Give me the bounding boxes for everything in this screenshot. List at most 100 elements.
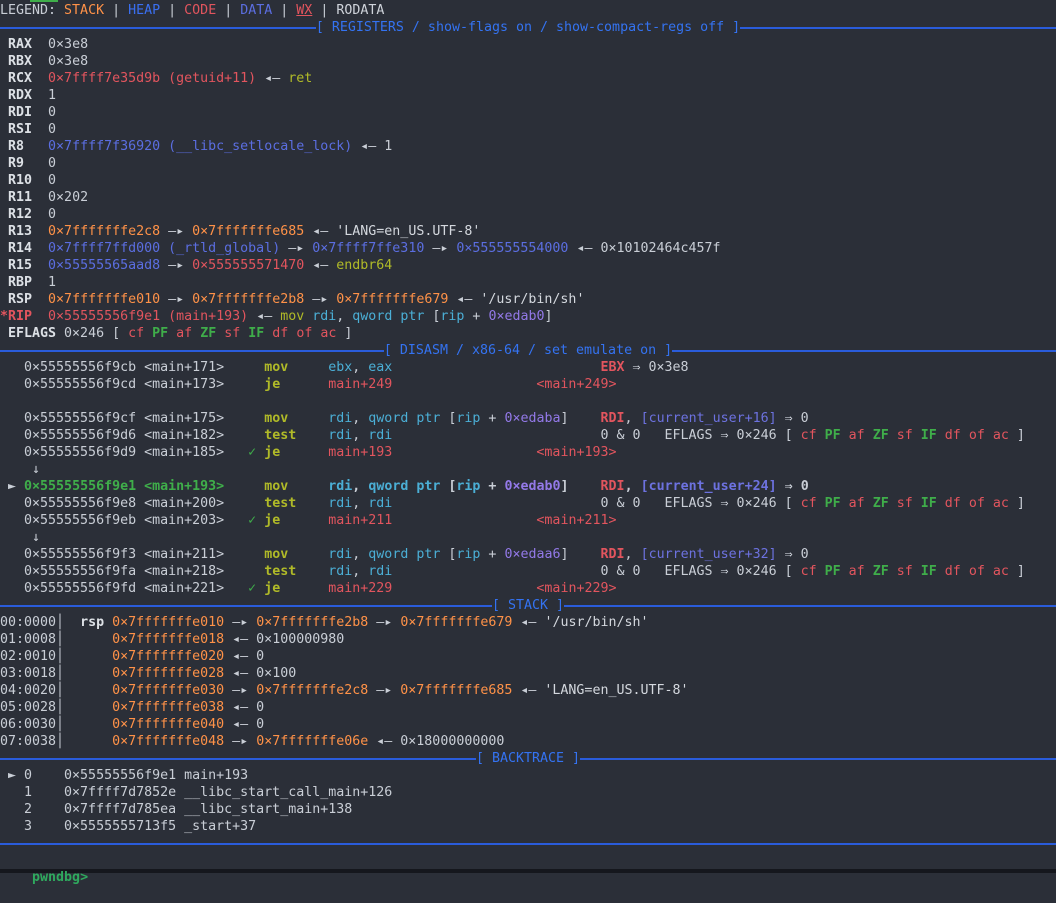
register-row: RBX 0×3e8 — [0, 53, 1056, 70]
cut-off-text-artifact — [30, 0, 58, 2]
text-segment: RBX — [0, 54, 48, 69]
text-segment: RCX — [0, 71, 48, 86]
text-segment: 0×202 — [48, 190, 88, 205]
text-segment: RDI — [601, 479, 625, 494]
command-prompt[interactable]: pwndbg> — [32, 870, 88, 885]
backtrace-section-header: [ BACKTRACE ] — [0, 750, 1056, 767]
text-segment: of — [969, 428, 993, 443]
text-segment: + — [480, 479, 504, 494]
text-segment: ◂— 0×100000980 — [224, 632, 344, 647]
text-segment: ◂— — [304, 258, 336, 273]
text-segment: 06:0030│ — [0, 717, 112, 732]
divider-line — [0, 605, 492, 607]
text-segment: df — [945, 564, 969, 579]
text-segment — [392, 360, 600, 375]
text-segment: 00:0000│ — [0, 615, 80, 630]
text-segment: df — [272, 326, 296, 341]
text-segment: R12 — [0, 207, 48, 222]
text-segment: 0×55555556f9e1 (main+193) — [48, 309, 248, 324]
text-segment: 0×55555556f9e1 <main+193> — [24, 479, 224, 494]
text-segment: RDI — [0, 105, 48, 120]
text-segment: | — [160, 3, 184, 18]
text-segment: ⇒ 0 — [777, 547, 809, 562]
disasm-row: 0×55555556f9eb <main+203> ✓ je main+211 … — [0, 512, 1056, 529]
disasm-row: 0×55555556f9cf <main+175> mov rdi, qword… — [0, 410, 1056, 427]
text-segment — [288, 479, 328, 494]
text-segment: ZF — [200, 326, 224, 341]
text-segment: ⇒ 0 — [777, 479, 809, 494]
text-segment: 0 & 0 EFLAGS ⇒ 0×246 [ — [392, 564, 800, 579]
text-segment: ebx — [328, 360, 352, 375]
text-segment: of — [969, 496, 993, 511]
text-segment: 0×edab0 — [488, 309, 544, 324]
text-segment: sf — [224, 326, 248, 341]
text-segment: , — [625, 479, 641, 494]
text-segment — [280, 581, 328, 596]
text-segment: af — [849, 428, 873, 443]
text-segment: main+249 — [328, 377, 392, 392]
text-segment: '/usr/bin/sh' — [480, 292, 584, 307]
text-segment: R10 — [0, 173, 48, 188]
text-segment: IF — [921, 428, 945, 443]
text-segment: df — [945, 428, 969, 443]
text-segment: 0 — [48, 207, 56, 222]
text-segment — [392, 445, 536, 460]
text-segment: 0×7fffffffe685 — [192, 224, 304, 239]
text-segment: ◂— — [512, 615, 544, 630]
text-segment: ► — [0, 479, 24, 494]
register-row: RSI 0 — [0, 121, 1056, 138]
text-segment: ◂— — [248, 309, 280, 324]
disasm-row: 0×55555556f9cb <main+171> mov ebx, eax E… — [0, 359, 1056, 376]
text-segment: RDI — [601, 411, 625, 426]
text-segment: main+211 — [328, 513, 392, 528]
text-segment: PF — [152, 326, 176, 341]
text-segment: PF — [825, 428, 849, 443]
text-segment: 3 0×5555555713f5 _start+37 — [0, 819, 256, 834]
text-segment: ◂— 1 — [352, 139, 392, 154]
text-segment: IF — [248, 326, 272, 341]
text-segment: | — [104, 3, 128, 18]
text-segment: WX — [296, 3, 312, 18]
text-segment: mov — [264, 547, 288, 562]
text-segment: CODE — [184, 3, 216, 18]
register-row: R14 0×7ffff7ffd000 (_rtld_global) —▸ 0×7… — [0, 240, 1056, 257]
text-segment: 1 — [48, 88, 56, 103]
register-row: RDX 1 — [0, 87, 1056, 104]
text-segment: 0×55555556f9cd <main+173> — [0, 377, 264, 392]
text-segment: ⇒ 0 — [777, 411, 809, 426]
text-segment: DATA — [240, 3, 272, 18]
text-segment: 2 0×7ffff7d785ea __libc_start_main+138 — [0, 802, 352, 817]
text-segment: sf — [897, 428, 921, 443]
text-segment: rip — [456, 547, 480, 562]
text-segment: 0×555555554000 — [456, 241, 568, 256]
text-segment: ] — [1009, 428, 1025, 443]
text-segment: 0×7ffff7ffe310 — [312, 241, 424, 256]
text-segment: EFLAGS — [0, 326, 64, 341]
text-segment: ◂— — [256, 71, 288, 86]
text-segment: 0×55555556f9e8 <main+200> — [0, 496, 264, 511]
text-segment: 0×7fffffffe028 — [112, 666, 224, 681]
stack-row: 03:0018│ 0×7fffffffe028 ◂— 0×100 — [0, 665, 1056, 682]
text-segment: HEAP — [128, 3, 160, 18]
text-segment: 0×55555556f9cb <main+171> — [0, 360, 264, 375]
text-segment: 'LANG=en_US.UTF-8' — [336, 224, 480, 239]
divider-line — [0, 758, 476, 760]
text-segment: 0×3e8 — [48, 54, 88, 69]
text-segment: , — [352, 428, 368, 443]
text-segment: LEGEND: — [0, 3, 64, 18]
text-segment: eax — [368, 360, 392, 375]
text-segment: RODATA — [336, 3, 384, 18]
disasm-row: 0×55555556f9e8 <main+200> test rdi, rdi … — [0, 495, 1056, 512]
text-segment: ◂— — [448, 292, 480, 307]
text-segment: <main+249> — [536, 377, 616, 392]
stack-section-title: [ STACK ] — [492, 597, 564, 614]
text-segment: ZF — [873, 496, 897, 511]
text-segment: 0×7fffffffe2c8 — [48, 224, 160, 239]
divider-line — [672, 350, 1056, 352]
stack-section-header: [ STACK ] — [0, 597, 1056, 614]
text-segment: mov — [280, 309, 312, 324]
text-segment: mov — [264, 479, 288, 494]
text-segment: 03:0018│ — [0, 666, 112, 681]
text-segment: rdi — [368, 564, 392, 579]
disasm-pane: 0×55555556f9cb <main+171> mov ebx, eax E… — [0, 359, 1056, 597]
